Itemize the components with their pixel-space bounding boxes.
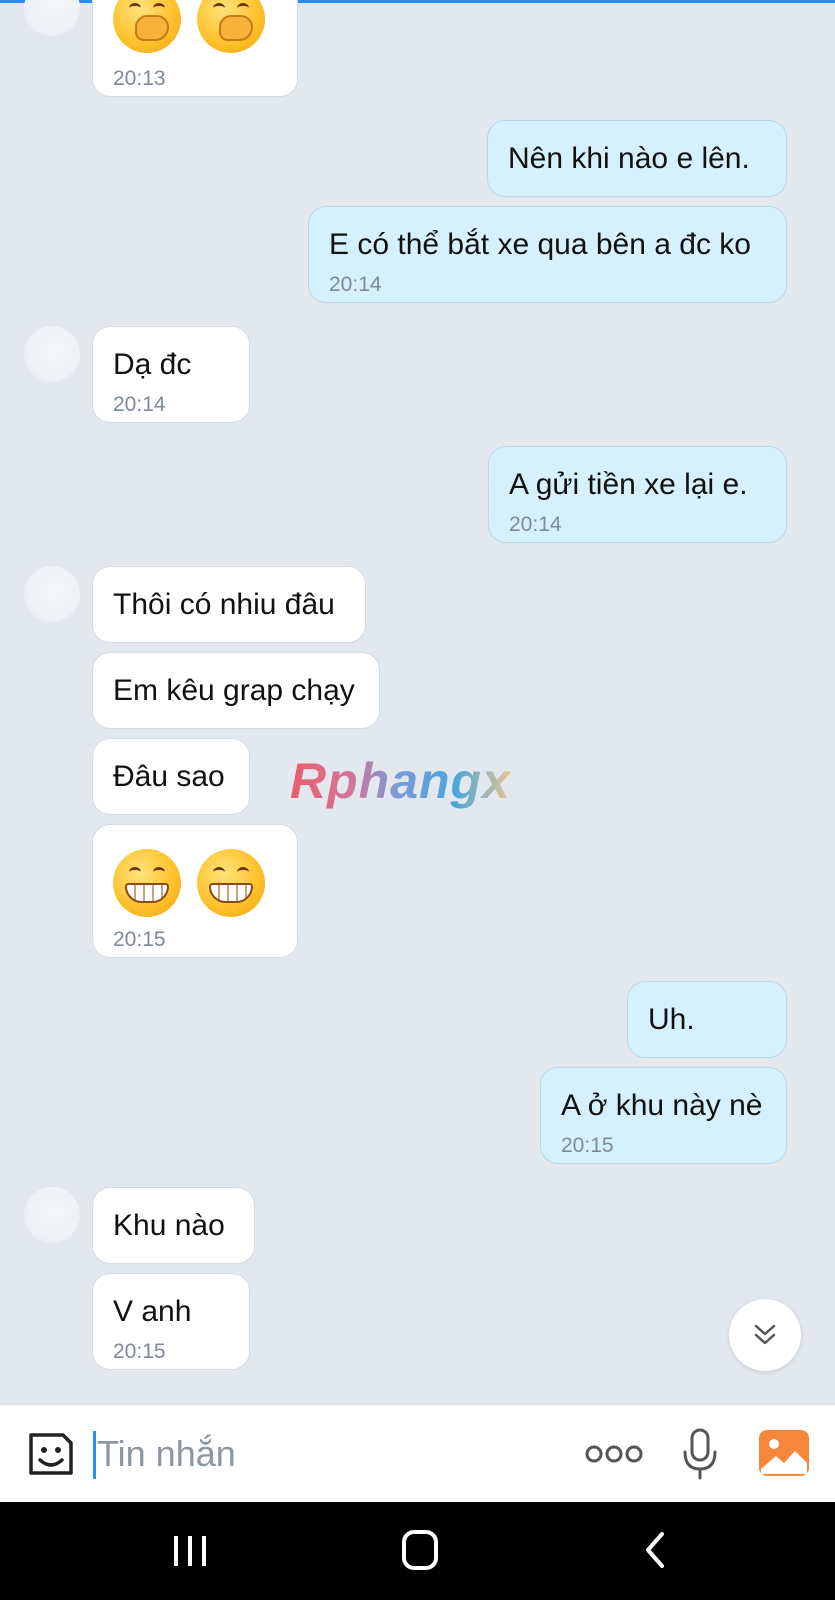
- incoming-message-bubble[interactable]: Dạ đc 20:14: [92, 326, 250, 423]
- message-text: Dạ đc: [113, 348, 192, 381]
- contact-avatar[interactable]: [24, 326, 80, 382]
- outgoing-message-bubble[interactable]: Uh.: [627, 981, 787, 1058]
- incoming-message-bubble[interactable]: 20:15: [92, 824, 298, 958]
- message-text: Thôi có nhiu đâu: [113, 588, 335, 621]
- message-text: Đâu sao: [113, 760, 225, 793]
- grinning-face-icon: [113, 849, 181, 917]
- message-time: 20:15: [113, 1340, 166, 1363]
- incoming-message-bubble[interactable]: Khu nào: [92, 1187, 255, 1264]
- outgoing-message-bubble[interactable]: A ở khu này nè 20:15: [540, 1067, 787, 1164]
- contact-avatar[interactable]: [24, 0, 80, 36]
- message-input[interactable]: Tin nhắn: [97, 1433, 236, 1475]
- microphone-icon[interactable]: [680, 1427, 720, 1481]
- incoming-message-bubble[interactable]: Đâu sao: [92, 738, 250, 815]
- message-text: V anh: [113, 1295, 192, 1328]
- image-gallery-icon[interactable]: [758, 1429, 810, 1477]
- message-text: Em kêu grap chạy: [113, 674, 355, 707]
- message-text: E có thể bắt xe qua bên a đc ko: [329, 228, 751, 261]
- emoji-row: [113, 849, 281, 917]
- face-with-hand-over-mouth-icon: [197, 0, 265, 53]
- message-text: Uh.: [648, 1003, 695, 1036]
- message-time: 20:14: [113, 393, 166, 416]
- message-text: A ở khu này nè: [561, 1089, 763, 1122]
- outgoing-message-bubble[interactable]: Nên khi nào e lên.: [487, 120, 787, 197]
- face-with-hand-over-mouth-icon: [113, 0, 181, 53]
- incoming-message-bubble[interactable]: Thôi có nhiu đâu: [92, 566, 366, 643]
- back-icon[interactable]: [640, 1528, 670, 1572]
- more-dots-icon[interactable]: [584, 1443, 644, 1465]
- emoji-row: [113, 0, 281, 53]
- incoming-message-bubble[interactable]: 20:13: [92, 0, 298, 97]
- home-icon[interactable]: [400, 1528, 440, 1572]
- message-time: 20:15: [561, 1134, 614, 1157]
- outgoing-message-bubble[interactable]: A gửi tiền xe lại e. 20:14: [488, 446, 787, 543]
- incoming-message-bubble[interactable]: Em kêu grap chạy: [92, 652, 380, 729]
- message-text: A gửi tiền xe lại e.: [509, 468, 748, 501]
- text-cursor: [93, 1431, 96, 1479]
- contact-avatar[interactable]: [24, 566, 80, 622]
- message-text: Nên khi nào e lên.: [508, 142, 750, 175]
- message-time: 20:14: [509, 513, 562, 536]
- chat-message-list[interactable]: 20:13 Nên khi nào e lên. E có thể bắt xe…: [0, 0, 835, 1404]
- chevrons-down-icon: [754, 1324, 776, 1345]
- emoji-sticker-icon[interactable]: [25, 1429, 75, 1479]
- grinning-face-icon: [197, 849, 265, 917]
- outgoing-message-bubble[interactable]: E có thể bắt xe qua bên a đc ko 20:14: [308, 206, 787, 303]
- message-time: 20:13: [113, 67, 166, 90]
- message-composer: Tin nhắn: [0, 1404, 835, 1503]
- contact-avatar[interactable]: [24, 1187, 80, 1243]
- incoming-message-bubble[interactable]: V anh 20:15: [92, 1273, 250, 1370]
- recents-icon[interactable]: [170, 1530, 210, 1572]
- system-navigation-bar: [0, 1502, 835, 1600]
- message-time: 20:14: [329, 273, 382, 296]
- message-text: Khu nào: [113, 1209, 225, 1242]
- message-time: 20:15: [113, 928, 166, 951]
- scroll-to-bottom-button[interactable]: [729, 1299, 801, 1371]
- watermark-text: Rphangx: [290, 753, 511, 809]
